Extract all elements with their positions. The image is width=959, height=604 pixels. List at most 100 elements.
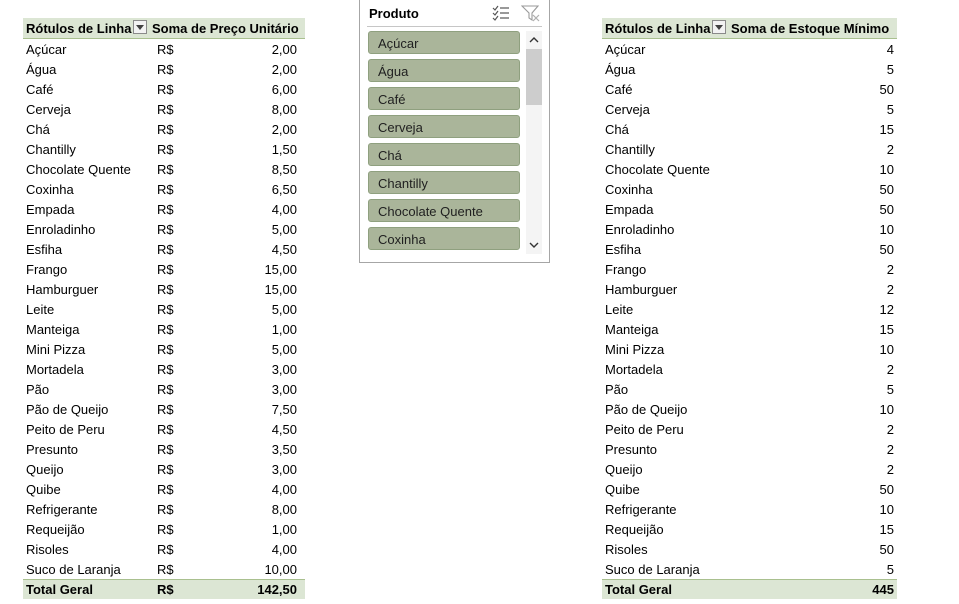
row-value: 2,00 <box>271 122 297 137</box>
row-value: 3,50 <box>271 442 297 457</box>
row-label: Esfiha <box>26 242 63 257</box>
slicer-item[interactable]: Coxinha <box>368 227 520 250</box>
table-row: Frango 2 <box>602 259 897 279</box>
row-label: Presunto <box>605 442 658 457</box>
currency-symbol: R$ <box>157 382 174 397</box>
slicer-item[interactable]: Cerveja <box>368 115 520 138</box>
table-row: Água 5 <box>602 59 897 79</box>
table-row: Chá 15 <box>602 119 897 139</box>
currency-symbol: R$ <box>157 262 174 277</box>
table-row: Mini Pizza R$ 5,00 <box>23 339 305 359</box>
currency-symbol: R$ <box>157 122 174 137</box>
row-value: 4,50 <box>271 422 297 437</box>
table-row: Frango R$ 15,00 <box>23 259 305 279</box>
table-row: Pão 5 <box>602 379 897 399</box>
table-row: Manteiga 15 <box>602 319 897 339</box>
table-row: Açúcar 4 <box>602 39 897 59</box>
row-label: Café <box>26 82 54 97</box>
row-label: Chá <box>605 122 629 137</box>
slicer-item[interactable]: Água <box>368 59 520 82</box>
slicer-item[interactable]: Café <box>368 87 520 110</box>
table-row: Esfiha R$ 4,50 <box>23 239 305 259</box>
row-label: Mortadela <box>605 362 663 377</box>
row-value: 50 <box>879 82 894 97</box>
table-row: Queijo R$ 3,00 <box>23 459 305 479</box>
table-row: Requeijão R$ 1,00 <box>23 519 305 539</box>
table-row: Água R$ 2,00 <box>23 59 305 79</box>
row-label: Frango <box>26 262 68 277</box>
row-label: Quibe <box>26 482 61 497</box>
table-row: Hamburguer 2 <box>602 279 897 299</box>
table-row: Chantilly R$ 1,50 <box>23 139 305 159</box>
row-value: 5 <box>886 382 894 397</box>
row-label: Hamburguer <box>26 282 99 297</box>
currency-symbol: R$ <box>157 182 174 197</box>
slicer-title: Produto <box>369 6 419 21</box>
row-label: Mini Pizza <box>26 342 86 357</box>
table-row: Esfiha 50 <box>602 239 897 259</box>
slicer-item[interactable]: Chá <box>368 143 520 166</box>
row-value: 8,00 <box>271 102 297 117</box>
dropdown-arrow-icon[interactable] <box>712 20 726 34</box>
row-label: Coxinha <box>26 182 74 197</box>
table-row: Presunto R$ 3,50 <box>23 439 305 459</box>
currency-symbol: R$ <box>157 282 174 297</box>
row-label: Leite <box>605 302 634 317</box>
clear-filter-icon[interactable] <box>520 4 541 25</box>
row-label: Requeijão <box>26 522 85 537</box>
row-label: Suco de Laranja <box>605 562 700 577</box>
scroll-down-icon[interactable] <box>526 238 542 252</box>
table-row: Coxinha 50 <box>602 179 897 199</box>
row-label: Manteiga <box>26 322 80 337</box>
value-header: Soma de Preço Unitário <box>152 21 299 36</box>
row-label: Peito de Peru <box>26 422 105 437</box>
slicer-scrollbar[interactable] <box>526 31 542 254</box>
currency-symbol: R$ <box>157 402 174 417</box>
currency-symbol: R$ <box>157 242 174 257</box>
dropdown-arrow-icon[interactable] <box>133 20 147 34</box>
currency-symbol: R$ <box>157 102 174 117</box>
total-currency: R$ <box>157 582 174 597</box>
table-row: Hamburguer R$ 15,00 <box>23 279 305 299</box>
row-value: 10 <box>879 342 894 357</box>
row-value: 15,00 <box>264 262 297 277</box>
row-value: 50 <box>879 202 894 217</box>
slicer-item[interactable]: Açúcar <box>368 31 520 54</box>
row-label: Refrigerante <box>605 502 677 517</box>
row-value: 2,00 <box>271 62 297 77</box>
row-label: Empada <box>26 202 75 217</box>
row-value: 1,00 <box>271 522 297 537</box>
row-value: 6,50 <box>271 182 297 197</box>
currency-symbol: R$ <box>157 542 174 557</box>
row-label: Mortadela <box>26 362 84 377</box>
multi-select-icon[interactable] <box>491 4 511 25</box>
currency-symbol: R$ <box>157 42 174 57</box>
grand-total-row: Total Geral 445 <box>602 579 897 599</box>
row-value: 2 <box>886 142 894 157</box>
row-value: 4 <box>886 42 894 57</box>
table-row: Mortadela R$ 3,00 <box>23 359 305 379</box>
scroll-up-icon[interactable] <box>526 33 542 47</box>
scrollbar-thumb[interactable] <box>526 49 542 105</box>
row-labels-header: Rótulos de Linha <box>26 21 132 36</box>
currency-symbol: R$ <box>157 362 174 377</box>
total-value: 142,50 <box>257 582 297 597</box>
table-row: Presunto 2 <box>602 439 897 459</box>
row-label: Chantilly <box>605 142 655 157</box>
table-row: Pão R$ 3,00 <box>23 379 305 399</box>
table-row: Pão de Queijo 10 <box>602 399 897 419</box>
row-value: 2 <box>886 282 894 297</box>
pivot-header: Rótulos de Linha Soma de Preço Unitário <box>23 18 305 39</box>
row-value: 1,00 <box>271 322 297 337</box>
table-row: Cerveja R$ 8,00 <box>23 99 305 119</box>
slicer-item[interactable]: Chantilly <box>368 171 520 194</box>
row-value: 1,50 <box>271 142 297 157</box>
table-row: Requeijão 15 <box>602 519 897 539</box>
slicer-item[interactable]: Chocolate Quente <box>368 199 520 222</box>
row-value: 4,00 <box>271 482 297 497</box>
grand-total-row: Total Geral R$ 142,50 <box>23 579 305 599</box>
row-value: 7,50 <box>271 402 297 417</box>
row-label: Presunto <box>26 442 79 457</box>
table-row: Pão de Queijo R$ 7,50 <box>23 399 305 419</box>
currency-symbol: R$ <box>157 302 174 317</box>
